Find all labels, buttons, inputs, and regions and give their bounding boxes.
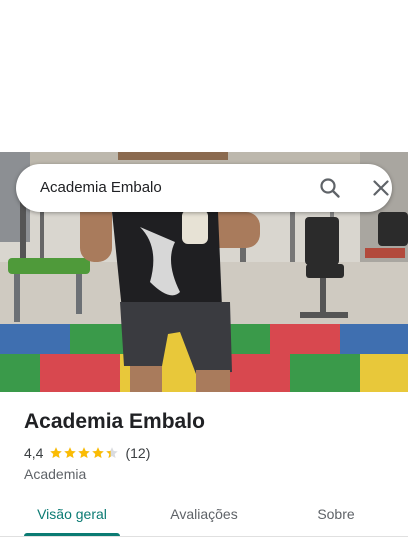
star-icon <box>92 447 105 459</box>
star-rating <box>49 446 119 460</box>
search-icon[interactable] <box>318 176 342 200</box>
star-icon <box>50 447 63 459</box>
search-input[interactable]: Academia Embalo <box>40 164 162 212</box>
rating-value: 4,4 <box>24 445 44 461</box>
star-icon <box>64 447 77 459</box>
place-category[interactable]: Academia <box>24 466 86 482</box>
star-icon <box>78 447 91 459</box>
tab-reviews[interactable]: Avaliações <box>152 496 256 536</box>
place-title: Academia Embalo <box>24 410 205 433</box>
tabs-divider <box>0 536 408 537</box>
search-bar[interactable]: Academia Embalo <box>16 164 392 212</box>
review-count[interactable]: (12) <box>125 445 150 461</box>
star-icon <box>106 447 119 459</box>
close-icon[interactable] <box>369 176 393 200</box>
map-area-blank <box>0 0 408 152</box>
tab-overview[interactable]: Visão geral <box>24 496 120 536</box>
tab-about[interactable]: Sobre <box>296 496 376 536</box>
place-tabs: Visão geral Avaliações Sobre <box>0 496 408 537</box>
place-info-panel: Academia Embalo 4,4 (12) Academia Visão … <box>0 392 408 544</box>
rating-row[interactable]: 4,4 (12) <box>24 444 150 462</box>
